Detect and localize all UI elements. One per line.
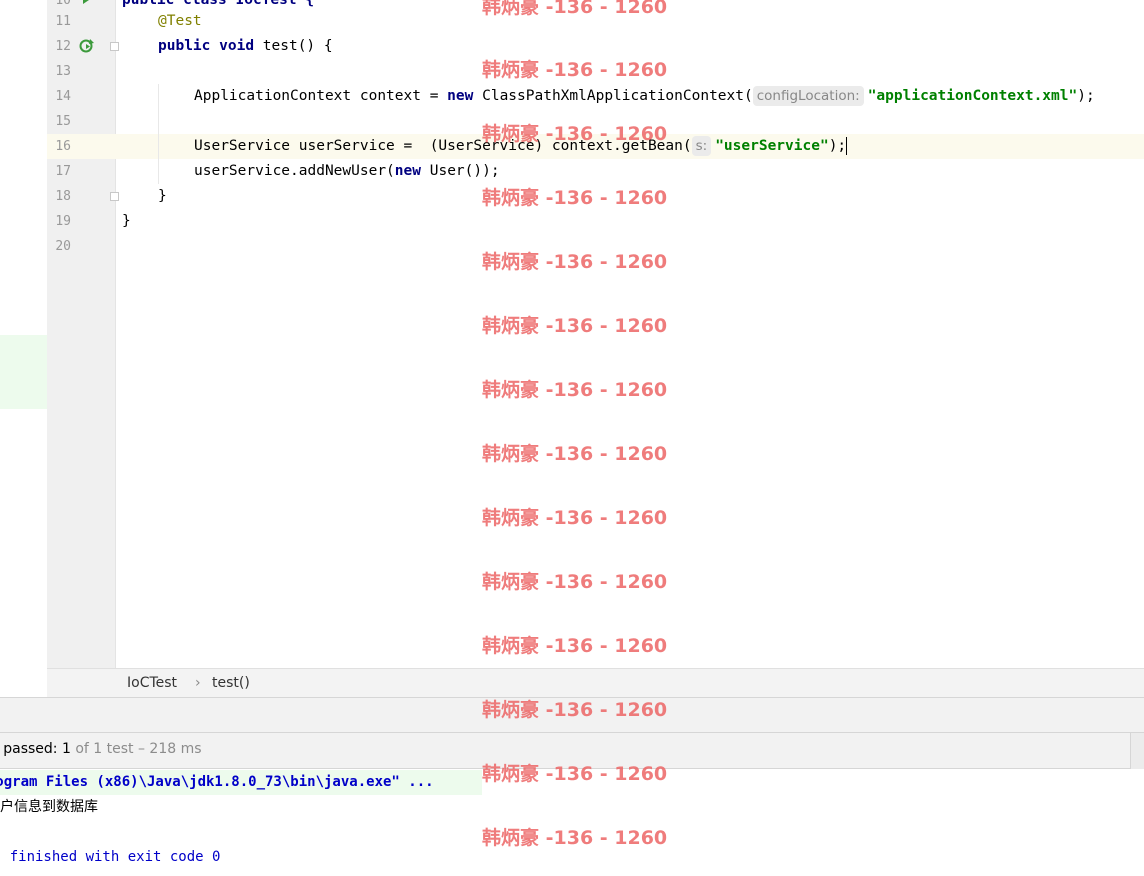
project-panel-highlight [0,335,47,409]
line-number: 11 [55,14,71,29]
line-number: 19 [55,214,71,229]
breadcrumb-separator: › [195,675,201,691]
code-line-18: } [158,184,167,209]
test-duration: – 218 ms [133,741,202,757]
method-signature: test() { [254,38,333,54]
code-line-14: ApplicationContext context = new ClassPa… [194,84,1095,109]
code-line-19: } [122,209,131,234]
line-number: 20 [55,239,71,254]
breadcrumb: IoCTest › test() [47,668,1144,697]
keyword-new: new [394,163,421,179]
parameter-hint: s: [691,136,712,156]
code-text: public class IocTest { [122,0,315,8]
line-number: 13 [55,64,71,79]
scrollbar[interactable] [1130,733,1144,769]
tests-total: of 1 test [70,741,134,757]
line-number: 16 [55,139,71,154]
tests-passed-label: ts passed: [3,741,58,757]
breadcrumb-class[interactable]: IoCTest [127,675,177,691]
line-number: 18 [55,189,71,204]
keyword-public: public [158,38,211,54]
indent-guide [158,84,159,184]
code-line-12: public void test() { [158,34,333,59]
constructor-call: ClassPathXmlApplicationContext( [473,88,753,104]
code-line-16: UserService userService = (UserService) … [194,134,848,159]
string-literal: "userService" [715,138,829,154]
keyword-void: void [219,38,255,54]
test-annotation: @Test [158,13,202,29]
line-number: 15 [55,114,71,129]
keyword-new: new [447,88,474,104]
code-line-17: userService.addNewUser(new User()); [194,159,500,184]
tests-passed-count: 1 [61,741,71,757]
code-line-11: @Test [158,9,202,34]
run-arrow-icon[interactable] [79,0,95,6]
run-tool-window-header [0,697,1144,733]
console-exit-line: ess finished with exit code 0 [0,849,221,865]
console-command-line: "Program Files (x86)\Java\jdk1.8.0_73\bi… [0,774,434,790]
run-test-passed-icon[interactable] [79,38,95,54]
fold-marker[interactable] [110,192,119,201]
statement-end: ); [1077,88,1095,104]
breadcrumb-method[interactable]: test() [212,675,250,691]
text-caret [846,137,848,155]
method-call-end: User()); [421,163,500,179]
statement-end: ); [828,138,847,154]
console-output-line: 用户信息到数据库 [0,799,98,815]
context-declaration: ApplicationContext context = [194,88,448,104]
string-literal: "applicationContext.xml" [867,88,1078,104]
test-status-text: ts passed: 1 of 1 test – 218 ms [0,741,202,757]
fold-marker[interactable] [110,42,119,51]
parameter-hint: configLocation: [752,86,864,106]
method-call: userService.addNewUser( [194,163,395,179]
line-number: 17 [55,164,71,179]
service-declaration: UserService userService = (UserService) … [194,138,692,154]
line-number: 14 [55,89,71,104]
closing-brace: } [122,213,131,229]
test-status-bar: ts passed: 1 of 1 test – 218 ms [0,733,1144,769]
closing-brace: } [158,188,167,204]
code-line-10: public class IocTest { [122,0,314,13]
line-number: 12 [55,39,71,54]
